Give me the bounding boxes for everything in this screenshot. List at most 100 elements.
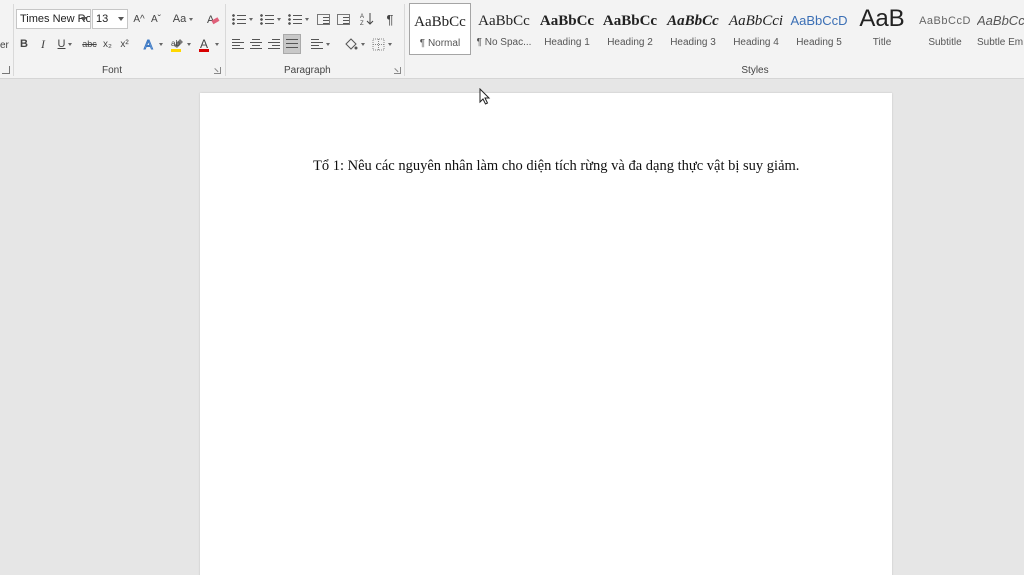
pilcrow-icon: ¶ xyxy=(386,11,394,27)
numbering-button[interactable] xyxy=(257,9,283,29)
paragraph-group-label: Paragraph xyxy=(284,65,331,76)
multilevel-list-icon xyxy=(287,13,302,25)
style-sample: AaBbCc xyxy=(478,13,530,29)
font-color-swatch xyxy=(199,49,209,52)
highlight-color-button[interactable]: ab xyxy=(168,34,194,54)
grow-font-icon: A^ xyxy=(133,13,145,25)
style-name: Title xyxy=(872,37,892,48)
show-hide-marks-button[interactable]: ¶ xyxy=(382,9,398,29)
clipboard-dialog-launcher[interactable] xyxy=(2,66,10,74)
style-name: Subtle Em xyxy=(977,37,1024,48)
group-separator xyxy=(225,4,226,76)
bullets-button[interactable] xyxy=(229,9,255,29)
subscript-button[interactable]: x₂ xyxy=(100,34,115,54)
style-name: Heading 5 xyxy=(796,37,842,48)
style-heading-5[interactable]: AaBbCcD Heading 5 xyxy=(788,3,850,55)
superscript-icon: x² xyxy=(120,38,129,50)
group-separator xyxy=(404,4,405,76)
font-size-value: 13 xyxy=(96,13,109,25)
style-sample: AaBbCci xyxy=(728,13,784,29)
clear-formatting-icon: A xyxy=(207,14,220,26)
style-heading-1[interactable]: AaBbCc Heading 1 xyxy=(536,3,598,55)
style-name: ¶ Normal xyxy=(419,38,461,49)
svg-text:A: A xyxy=(360,14,364,20)
svg-text:ab: ab xyxy=(171,39,180,48)
style-sample: AaB xyxy=(859,5,905,32)
bullets-icon xyxy=(231,13,246,25)
underline-button[interactable]: U xyxy=(54,34,76,54)
increase-indent-button[interactable] xyxy=(335,9,352,29)
clipboard-group-edge: er xyxy=(0,40,9,51)
borders-icon xyxy=(372,38,385,50)
grow-font-button[interactable]: A^ xyxy=(132,9,146,29)
line-spacing-button[interactable] xyxy=(307,34,333,54)
style-name: Subtitle xyxy=(928,37,962,48)
document-page[interactable]: Tổ 1: Nêu các nguyên nhân làm cho diện t… xyxy=(200,93,892,575)
align-center-button[interactable] xyxy=(247,34,264,54)
align-left-button[interactable] xyxy=(229,34,246,54)
styles-group-label: Styles xyxy=(741,65,769,76)
italic-button[interactable]: I xyxy=(36,34,50,54)
align-left-icon xyxy=(231,39,244,49)
style-no-spacing[interactable]: AaBbCc ¶ No Spac... xyxy=(473,3,535,55)
align-right-button[interactable] xyxy=(265,34,282,54)
italic-icon: I xyxy=(41,36,45,51)
underline-icon: U xyxy=(57,38,66,50)
paint-bucket-icon xyxy=(344,38,357,50)
decrease-indent-icon xyxy=(317,13,330,25)
paragraph-dialog-launcher[interactable] xyxy=(394,67,401,74)
chevron-down-icon xyxy=(118,17,124,21)
svg-text:Z: Z xyxy=(360,21,364,26)
style-subtle-emphasis[interactable]: AaBbCc Subtle Em xyxy=(977,3,1024,55)
font-dialog-launcher[interactable] xyxy=(214,67,221,74)
style-sample: AaBbCc xyxy=(539,13,595,29)
style-name: Heading 3 xyxy=(670,37,716,48)
style-sample: AaBbCcD xyxy=(919,15,971,27)
justify-icon xyxy=(286,39,298,49)
svg-text:A: A xyxy=(144,37,153,51)
shrink-font-button[interactable]: Aˇ xyxy=(149,9,163,29)
style-sample: AaBbCc xyxy=(602,13,658,29)
shading-button[interactable] xyxy=(341,34,367,54)
font-group-label: Font xyxy=(101,65,122,76)
text-effects-button[interactable]: A xyxy=(140,34,166,54)
font-color-button[interactable]: A xyxy=(196,34,222,54)
font-name-box[interactable]: Times New Ro xyxy=(16,9,91,29)
group-separator xyxy=(13,4,14,76)
style-heading-3[interactable]: AaBbCc Heading 3 xyxy=(662,3,724,55)
style-name: Heading 1 xyxy=(544,37,590,48)
style-sample: AaBbCc xyxy=(667,13,719,29)
ribbon: er Times New Ro 13 A^ Aˇ Aa A B I U abc … xyxy=(0,0,1024,79)
multilevel-list-button[interactable] xyxy=(285,9,311,29)
style-heading-4[interactable]: AaBbCci Heading 4 xyxy=(725,3,787,55)
style-subtitle[interactable]: AaBbCcD Subtitle xyxy=(914,3,976,55)
mouse-pointer-icon xyxy=(479,88,491,105)
style-normal[interactable]: AaBbCc ¶ Normal xyxy=(409,3,471,55)
highlight-color-swatch xyxy=(171,49,181,52)
font-size-box[interactable]: 13 xyxy=(92,9,128,29)
style-sample: AaBbCc xyxy=(977,13,1024,28)
strikethrough-icon: abc xyxy=(82,39,97,49)
sort-button[interactable]: AZ xyxy=(358,9,376,29)
bold-icon: B xyxy=(20,38,28,50)
align-center-icon xyxy=(249,39,262,49)
change-case-button[interactable]: Aa xyxy=(171,9,195,29)
borders-button[interactable] xyxy=(369,34,395,54)
style-name: ¶ No Spac... xyxy=(476,37,532,48)
document-text-line[interactable]: Tổ 1: Nêu các nguyên nhân làm cho diện t… xyxy=(313,158,799,175)
style-title[interactable]: AaB Title xyxy=(851,3,913,55)
justify-button[interactable] xyxy=(283,34,301,54)
strikethrough-button[interactable]: abc xyxy=(81,34,98,54)
bold-button[interactable]: B xyxy=(17,34,31,54)
style-heading-2[interactable]: AaBbCc Heading 2 xyxy=(599,3,661,55)
decrease-indent-button[interactable] xyxy=(315,9,332,29)
clear-formatting-button[interactable]: A xyxy=(204,9,222,29)
change-case-icon: Aa xyxy=(172,13,187,25)
style-sample: AaBbCc xyxy=(414,14,466,30)
align-right-icon xyxy=(267,39,280,49)
style-name: Heading 4 xyxy=(733,37,779,48)
text-effects-icon: A xyxy=(144,37,154,51)
increase-indent-icon xyxy=(337,13,350,25)
chevron-down-icon xyxy=(81,17,87,21)
superscript-button[interactable]: x² xyxy=(117,34,132,54)
